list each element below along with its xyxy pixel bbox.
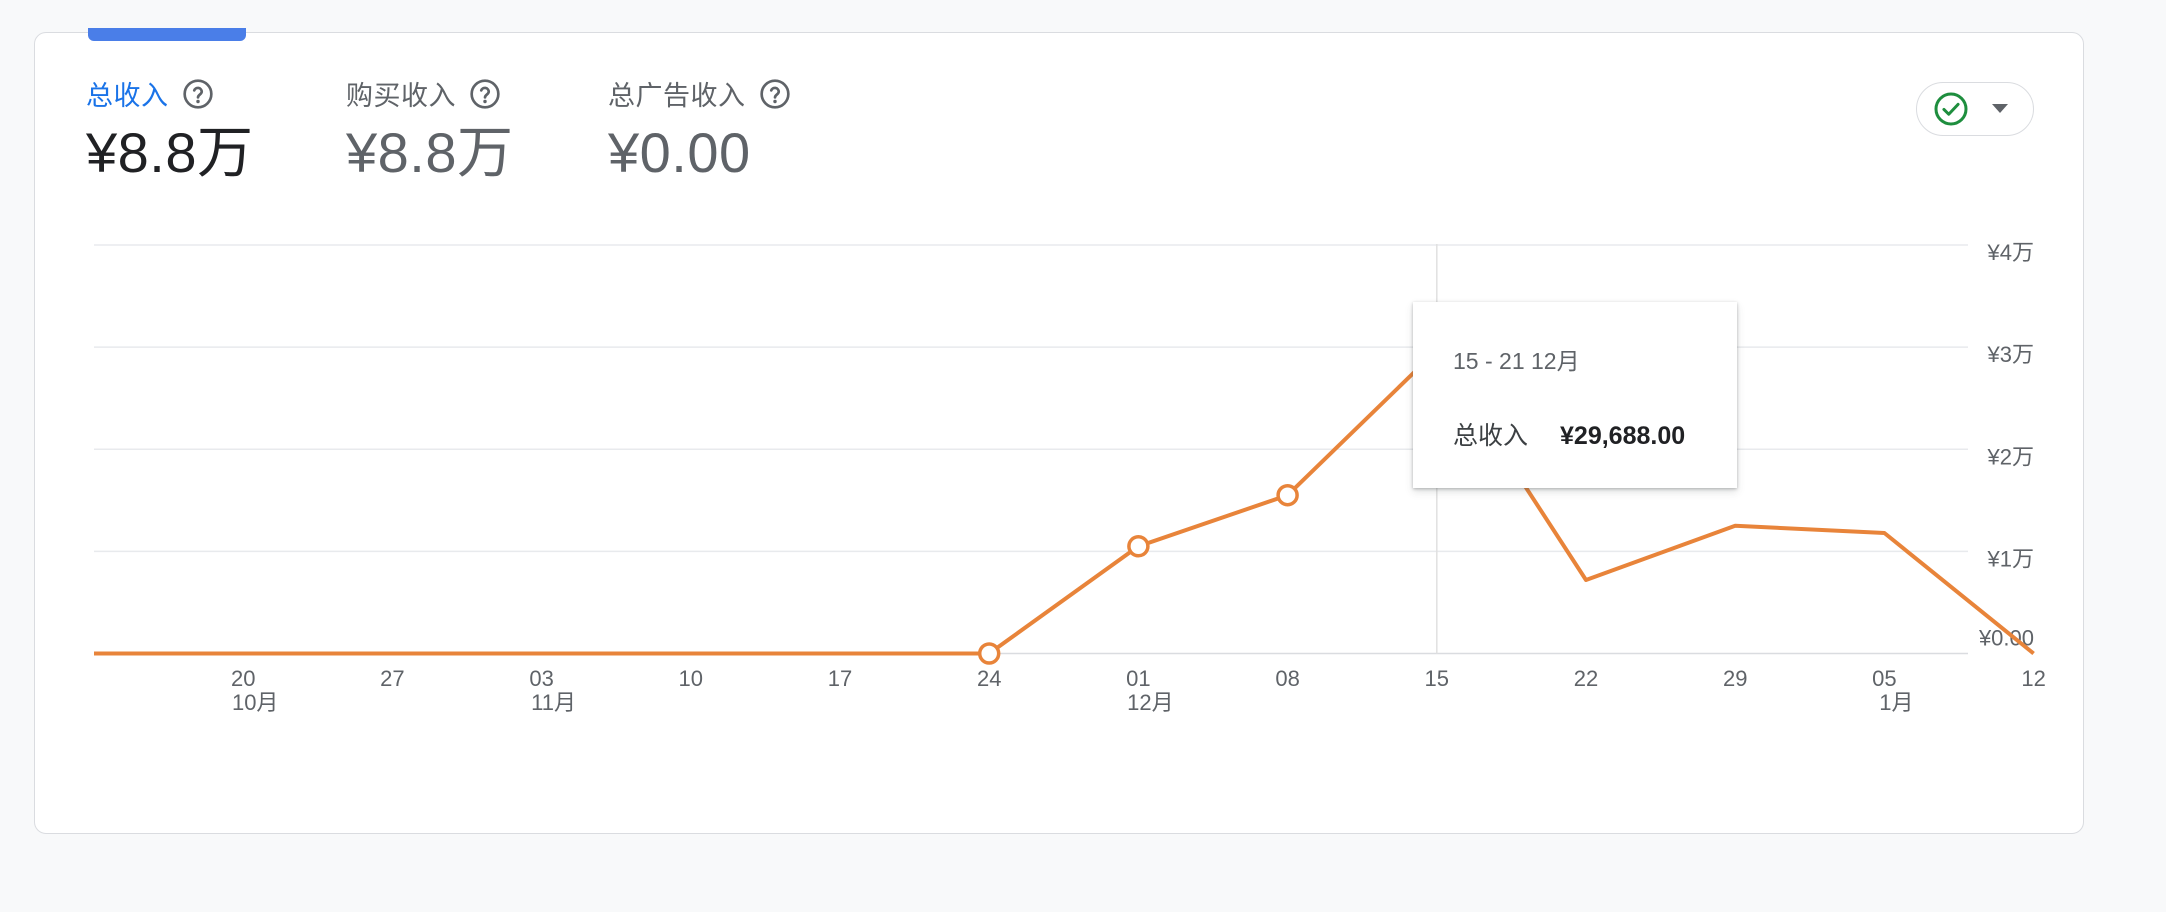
tooltip-date: 15 - 21 12月: [1453, 348, 1580, 374]
x-tick-month-label: 11月: [531, 690, 576, 715]
y-tick-label: ¥1万: [1987, 546, 2034, 571]
x-tick-label: 05: [1872, 666, 1896, 691]
x-tick-label: 08: [1275, 666, 1299, 691]
tooltip-value: ¥29,688.00: [1560, 422, 1686, 450]
x-tick-label: 20: [231, 666, 255, 691]
y-tick-label: ¥2万: [1987, 444, 2034, 469]
x-tick-label: 24: [977, 666, 1001, 691]
tooltip-label: 总收入: [1453, 422, 1529, 450]
x-tick-month-label: 1月: [1879, 690, 1913, 715]
x-tick-label: 10: [679, 666, 703, 691]
data-point: [1276, 483, 1299, 507]
chart-series: [94, 339, 2035, 665]
y-tick-label: ¥3万: [1987, 342, 2034, 367]
series-line: [94, 348, 2035, 656]
x-tick-label: 29: [1723, 666, 1747, 691]
x-tick-label: 22: [1574, 666, 1598, 691]
x-axis-labels: 2010月 27 0311月 10 17 24 0112月 08 15 22 29 051月 12: [231, 666, 2046, 715]
y-axis-labels: ¥4万¥3万¥2万¥1万¥0.00: [1978, 240, 2034, 651]
x-tick-label: 12: [2021, 666, 2045, 691]
revenue-line-chart: ¥4万¥3万¥2万¥1万¥0.00 2010月27 0311月10 17 24 0112…: [94, 240, 2046, 715]
y-tick-label: ¥4万: [1987, 240, 2034, 265]
data-point: [977, 642, 1001, 665]
data-point: [1127, 535, 1150, 558]
x-tick-label: 17: [828, 666, 852, 691]
x-tick-label: 15: [1425, 666, 1449, 691]
x-tick-label: 27: [380, 666, 404, 691]
chart-tooltip: 15 - 21 12月 总收入 ¥29,688.00: [1413, 302, 1737, 488]
x-tick-month-label: 12月: [1127, 690, 1173, 715]
x-tick-label: 01: [1126, 666, 1150, 691]
x-tick-label: 03: [529, 666, 553, 691]
x-tick-month-label: 10月: [232, 690, 278, 715]
